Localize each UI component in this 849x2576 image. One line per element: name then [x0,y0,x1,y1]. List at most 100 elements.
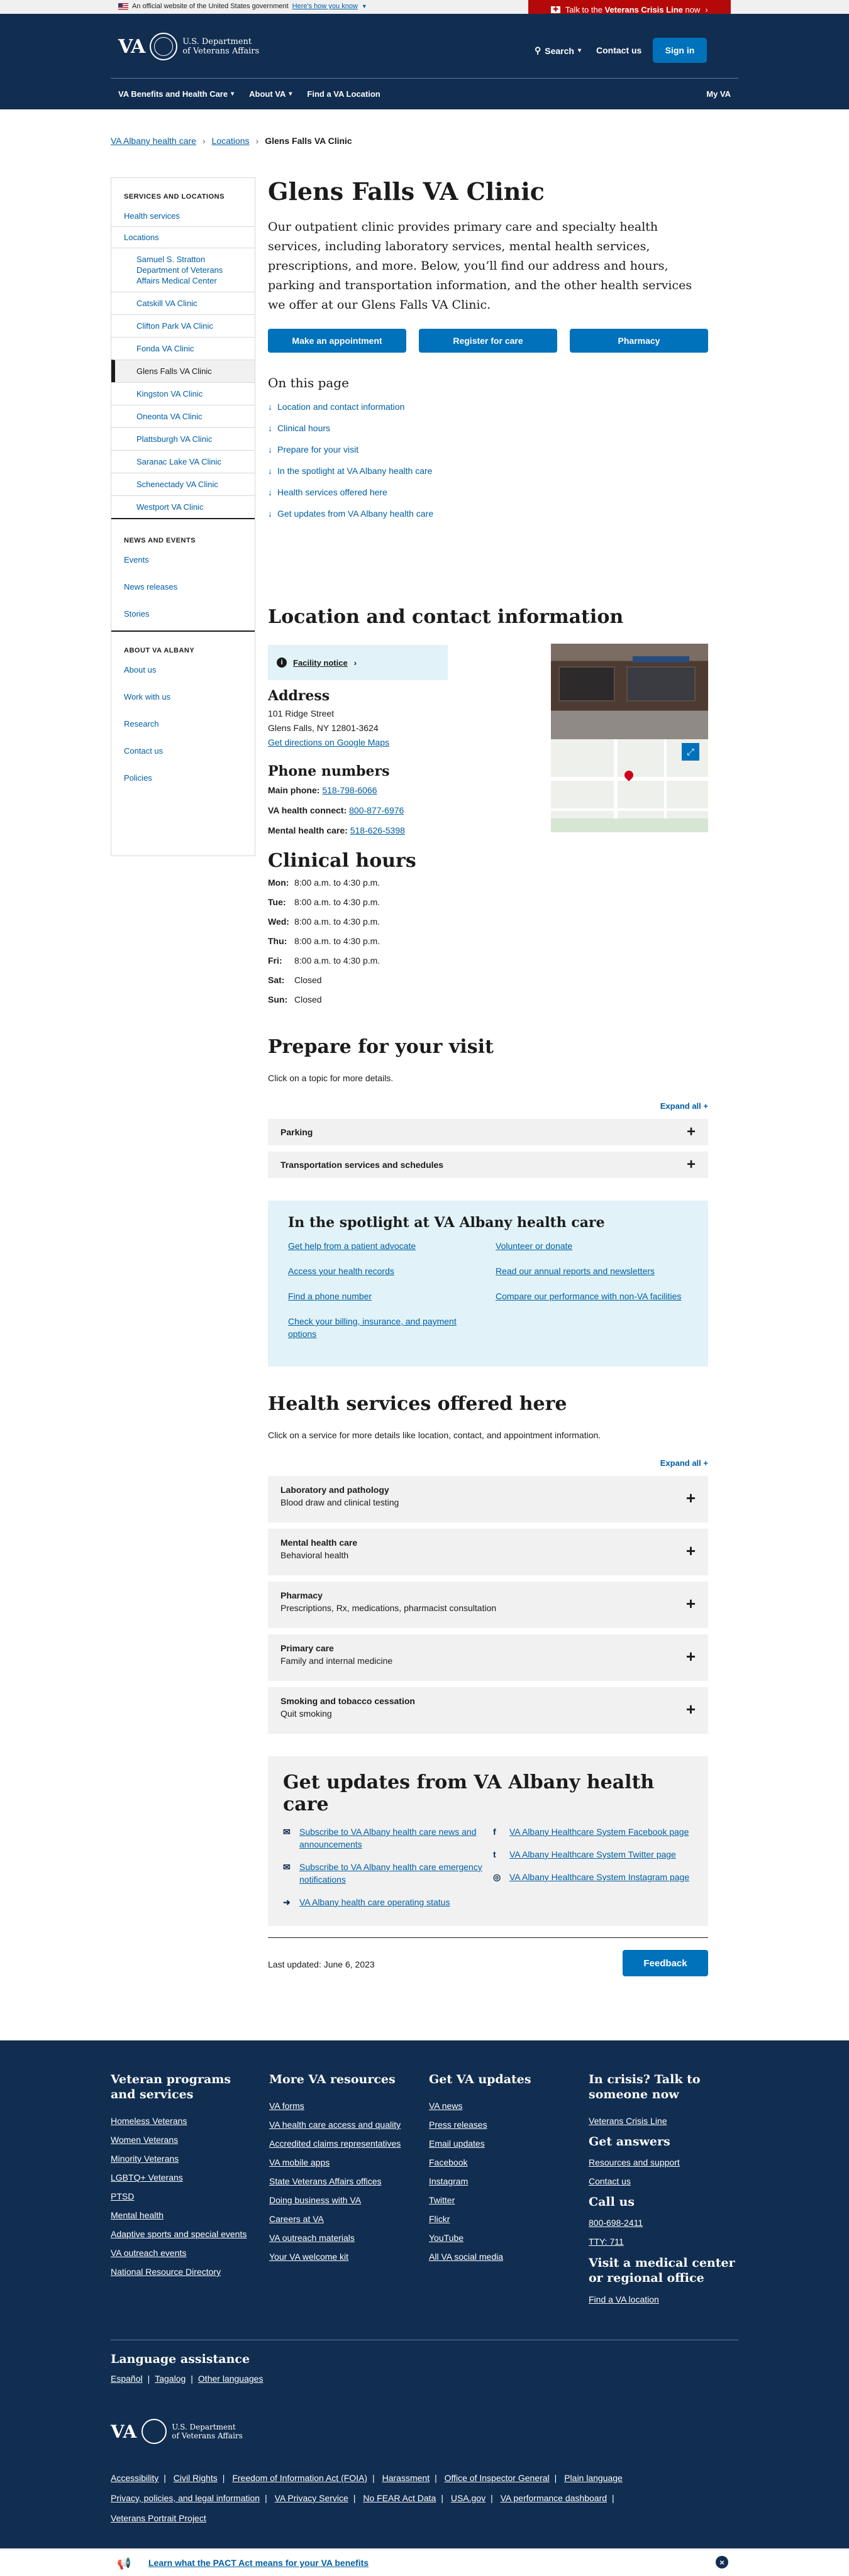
footer-link[interactable]: National Resource Directory [111,2267,259,2277]
footer-link[interactable]: Instagram [429,2176,577,2186]
footer-link[interactable]: VA news [429,2101,577,2111]
sidebar-item-catskill[interactable]: Catskill VA Clinic [111,292,255,314]
service-mental-health[interactable]: Mental health care Behavioral health + [268,1529,708,1575]
mental-health-link[interactable]: 518-626-5398 [350,825,405,835]
close-icon[interactable]: × [716,2556,728,2568]
service-smoking-cessation[interactable]: Smoking and tobacco cessation Quit smokin… [268,1687,708,1734]
otp-link-updates[interactable]: ↓ Get updates from VA Albany health care [268,509,708,519]
contact-us-link[interactable]: Contact us [596,45,641,55]
spotlight-link[interactable]: Find a phone number [288,1290,480,1302]
footer-link[interactable]: Resources and support [589,2157,737,2167]
sidebar-item-contact-us[interactable]: Contact us [111,740,255,761]
sidebar-item-policies[interactable]: Policies [111,768,255,788]
footer-link[interactable]: Mental health [111,2210,259,2220]
twitter-link[interactable]: VA Albany Healthcare System Twitter page [509,1848,676,1861]
service-pharmacy[interactable]: Pharmacy Prescriptions, Rx, medications, … [268,1582,708,1628]
legal-link[interactable]: Veterans Portrait Project [111,2513,206,2523]
facility-notice-alert[interactable]: i Facility notice › [268,645,448,680]
sidebar-item-clifton-park[interactable]: Clifton Park VA Clinic [111,314,255,337]
footer-link[interactable]: Accredited claims representatives [269,2138,418,2149]
lang-spanish-link[interactable]: Español [111,2374,143,2384]
subscribe-news-link[interactable]: Subscribe to VA Albany health care news … [299,1825,483,1851]
spotlight-link[interactable]: Get help from a patient advocate [288,1240,480,1252]
services-expand-all[interactable]: Expand all + [582,1458,708,1468]
nav-about[interactable]: About VA ▾ [249,89,292,99]
spotlight-link[interactable]: Read our annual reports and newsletters [496,1265,688,1277]
operating-status-link[interactable]: VA Albany health care operating status [299,1896,450,1908]
health-connect-link[interactable]: 800-877-6976 [349,805,404,815]
search-button[interactable]: ⚲ Search ▾ [535,45,581,56]
footer-link[interactable]: Doing business with VA [269,2195,418,2205]
footer-link[interactable]: VA outreach materials [269,2233,418,2243]
main-phone-link[interactable]: 518-798-6066 [322,785,377,795]
footer-link[interactable]: VA health care access and quality [269,2120,418,2130]
sidebar-item-stories[interactable]: Stories [111,603,255,624]
service-laboratory[interactable]: Laboratory and pathology Blood draw and c… [268,1476,708,1522]
footer-tty-link[interactable]: TTY: 711 [589,2237,737,2247]
sidebar-item-westport[interactable]: Westport VA Clinic [111,495,255,518]
sidebar-item-news-releases[interactable]: News releases [111,576,255,597]
footer-link[interactable]: Your VA welcome kit [269,2252,418,2262]
footer-link[interactable]: PTSD [111,2191,259,2201]
parking-accordion[interactable]: Parking + [268,1119,708,1145]
make-appointment-button[interactable]: Make an appointment [268,329,406,353]
legal-link[interactable]: No FEAR Act Data [363,2493,436,2503]
otp-link-services[interactable]: ↓ Health services offered here [268,487,708,497]
expand-map-icon[interactable]: ⤢ [682,743,699,761]
footer-link[interactable]: State Veterans Affairs offices [269,2176,418,2186]
footer-link[interactable]: Contact us [589,2176,737,2186]
legal-link[interactable]: Plain language [564,2473,623,2483]
subscribe-emergency-link[interactable]: Subscribe to VA Albany health care emerg… [299,1861,483,1886]
footer-link[interactable]: All VA social media [429,2252,577,2262]
spotlight-link[interactable]: Check your billing, insurance, and payme… [288,1315,480,1340]
sidebar-item-glens-falls[interactable]: Glens Falls VA Clinic [111,360,255,382]
sidebar-item-oneonta[interactable]: Oneonta VA Clinic [111,405,255,427]
footer-link[interactable]: LGBTQ+ Veterans [111,2172,259,2182]
directions-link[interactable]: Get directions on Google Maps [268,735,389,749]
register-for-care-button[interactable]: Register for care [419,329,557,353]
feedback-button[interactable]: Feedback [623,1950,708,1976]
legal-link[interactable]: VA performance dashboard [501,2493,607,2503]
sidebar-item-about-us[interactable]: About us [111,659,255,680]
legal-link[interactable]: Privacy, policies, and legal information [111,2493,260,2503]
how-you-know-link[interactable]: Here's how you know [292,3,358,10]
sidebar-item-fonda[interactable]: Fonda VA Clinic [111,337,255,360]
footer-find-location-link[interactable]: Find a VA location [589,2294,737,2304]
footer-link[interactable]: Press releases [429,2120,577,2130]
legal-link[interactable]: Civil Rights [174,2473,218,2483]
legal-link[interactable]: USA.gov [451,2493,486,2503]
sidebar-item-research[interactable]: Research [111,713,255,734]
breadcrumb-locations[interactable]: Locations [212,136,250,146]
footer-link[interactable]: Women Veterans [111,2135,259,2145]
nav-benefits[interactable]: VA Benefits and Health Care ▾ [118,89,234,99]
footer-link[interactable]: Twitter [429,2195,577,2205]
breadcrumb-albany[interactable]: VA Albany health care [111,136,196,146]
footer-link[interactable]: YouTube [429,2233,577,2243]
footer-link[interactable]: Facebook [429,2157,577,2167]
location-map[interactable]: ⤢ [551,739,708,832]
sign-in-button[interactable]: Sign in [653,38,707,63]
transportation-accordion[interactable]: Transportation services and schedules + [268,1152,708,1178]
facebook-link[interactable]: VA Albany Healthcare System Facebook pag… [509,1825,689,1838]
footer-phone-link[interactable]: 800-698-2411 [589,2218,737,2228]
otp-link-hours[interactable]: ↓ Clinical hours [268,423,708,433]
sidebar-item-plattsburgh[interactable]: Plattsburgh VA Clinic [111,427,255,450]
footer-link[interactable]: Flickr [429,2214,577,2224]
sidebar-item-events[interactable]: Events [111,549,255,570]
nav-my-va[interactable]: My VA [706,89,731,99]
otp-link-location[interactable]: ↓ Location and contact information [268,402,708,412]
legal-link[interactable]: VA Privacy Service [275,2493,348,2503]
footer-link[interactable]: Homeless Veterans [111,2116,259,2126]
spotlight-link[interactable]: Compare our performance with non-VA faci… [496,1290,688,1302]
spotlight-link[interactable]: Volunteer or donate [496,1240,688,1252]
sidebar-item-stratton[interactable]: Samuel S. Stratton Department of Veteran… [111,248,255,292]
sidebar-item-saranac-lake[interactable]: Saranac Lake VA Clinic [111,450,255,473]
va-logo[interactable]: VA U.S. Department of Veterans Affairs [118,33,259,60]
otp-link-spotlight[interactable]: ↓ In the spotlight at VA Albany health ca… [268,466,708,476]
footer-link[interactable]: Email updates [429,2138,577,2149]
legal-link[interactable]: Harassment [382,2473,430,2483]
footer-va-logo[interactable]: VA U.S. Department of Veterans Affairs [111,2419,243,2444]
lang-tagalog-link[interactable]: Tagalog [155,2374,186,2384]
service-primary-care[interactable]: Primary care Family and internal medicine… [268,1634,708,1681]
legal-link[interactable]: Freedom of Information Act (FOIA) [232,2473,367,2483]
